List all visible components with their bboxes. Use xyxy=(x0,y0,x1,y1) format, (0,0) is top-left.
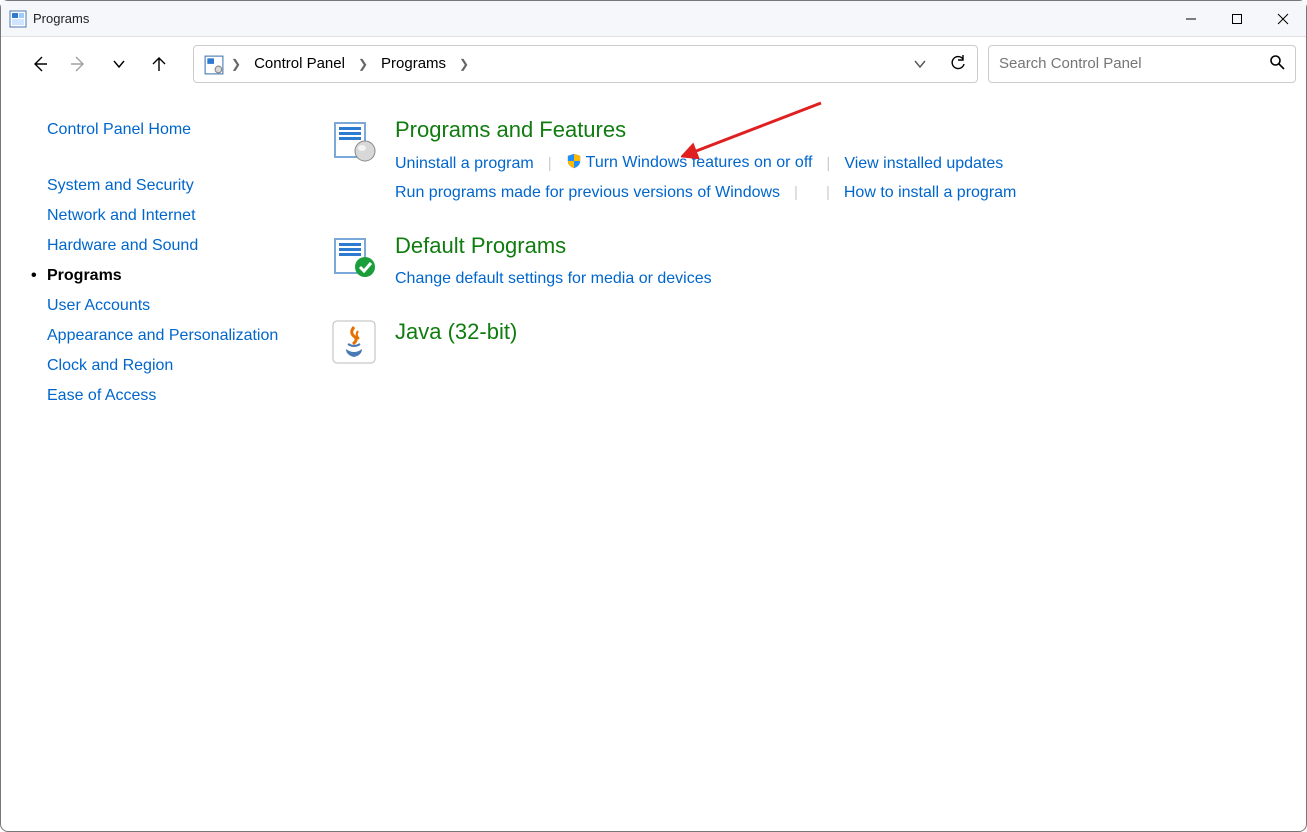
recent-locations-button[interactable] xyxy=(99,44,139,84)
sidebar-item-programs[interactable]: Programs xyxy=(47,261,281,291)
forward-button[interactable] xyxy=(59,44,99,84)
chevron-right-icon[interactable]: ❯ xyxy=(456,57,472,71)
sublink-run-programs-made-for-previous-versions-of-windows[interactable]: Run programs made for previous versions … xyxy=(395,179,780,207)
sublink-view-installed-updates[interactable]: View installed updates xyxy=(844,150,1003,178)
window-controls xyxy=(1168,1,1306,37)
separator: | xyxy=(794,179,798,207)
java-icon xyxy=(331,319,377,365)
chevron-right-icon[interactable]: ❯ xyxy=(355,57,371,71)
main-panel: Programs and Features Uninstall a program… xyxy=(301,91,1306,831)
sidebar: Control Panel Home System and SecurityNe… xyxy=(1,91,301,831)
sidebar-item-clock-and-region[interactable]: Clock and Region xyxy=(47,351,281,381)
uac-shield-icon xyxy=(566,151,582,179)
control-panel-home-link[interactable]: Control Panel Home xyxy=(47,121,281,139)
sublink-change-default-settings-for-media-or-devices[interactable]: Change default settings for media or dev… xyxy=(395,265,712,293)
chevron-right-icon[interactable]: ❯ xyxy=(228,57,244,71)
address-bar[interactable]: ❯ Control Panel ❯ Programs ❯ xyxy=(193,45,978,83)
category-programs-and-features: Programs and Features Uninstall a program… xyxy=(331,117,1276,207)
programs-features-icon xyxy=(331,117,377,163)
sidebar-item-hardware-and-sound[interactable]: Hardware and Sound xyxy=(47,231,281,261)
separator: | xyxy=(548,150,552,178)
category-title[interactable]: Programs and Features xyxy=(395,117,1276,143)
breadcrumb-current[interactable]: Programs xyxy=(377,53,450,74)
back-button[interactable] xyxy=(19,44,59,84)
close-button[interactable] xyxy=(1260,1,1306,37)
minimize-button[interactable] xyxy=(1168,1,1214,37)
search-box[interactable] xyxy=(988,45,1296,83)
separator: | xyxy=(826,179,830,207)
titlebar: Programs xyxy=(1,1,1306,37)
sublink-how-to-install-a-program[interactable]: How to install a program xyxy=(844,179,1017,207)
sublink-uninstall-a-program[interactable]: Uninstall a program xyxy=(395,150,534,178)
window-title: Programs xyxy=(33,11,89,26)
sidebar-item-ease-of-access[interactable]: Ease of Access xyxy=(47,381,281,411)
search-input[interactable] xyxy=(999,55,1261,72)
nav-row: ❯ Control Panel ❯ Programs ❯ xyxy=(1,37,1306,91)
up-button[interactable] xyxy=(139,44,179,84)
category-default-programs: Default Programs Change default settings … xyxy=(331,233,1276,293)
default-programs-icon xyxy=(331,233,377,279)
content-area: Control Panel Home System and SecurityNe… xyxy=(1,91,1306,831)
control-panel-app-icon xyxy=(9,10,27,28)
address-dropdown-button[interactable] xyxy=(901,46,939,82)
address-bar-right xyxy=(901,46,977,82)
category-java-32-bit-: Java (32-bit) xyxy=(331,319,1276,365)
category-links: Change default settings for media or dev… xyxy=(395,265,1276,293)
category-title[interactable]: Default Programs xyxy=(395,233,1276,259)
titlebar-left: Programs xyxy=(9,10,89,28)
maximize-button[interactable] xyxy=(1214,1,1260,37)
category-title[interactable]: Java (32-bit) xyxy=(395,319,1276,345)
sidebar-item-system-and-security[interactable]: System and Security xyxy=(47,171,281,201)
separator: | xyxy=(826,150,830,178)
breadcrumb-root[interactable]: Control Panel xyxy=(250,53,349,74)
sublink-turn-windows-features-on-or-off[interactable]: Turn Windows features on or off xyxy=(566,149,813,179)
category-links: Uninstall a program | Turn Windows featur… xyxy=(395,149,1276,207)
address-bar-icon xyxy=(204,55,222,73)
sidebar-item-user-accounts[interactable]: User Accounts xyxy=(47,291,281,321)
refresh-button[interactable] xyxy=(939,46,977,82)
sidebar-item-network-and-internet[interactable]: Network and Internet xyxy=(47,201,281,231)
breadcrumb-current-label: Programs xyxy=(381,55,446,72)
breadcrumb-root-label: Control Panel xyxy=(254,55,345,72)
sidebar-item-appearance-and-personalization[interactable]: Appearance and Personalization xyxy=(47,321,281,351)
search-icon[interactable] xyxy=(1269,54,1285,74)
